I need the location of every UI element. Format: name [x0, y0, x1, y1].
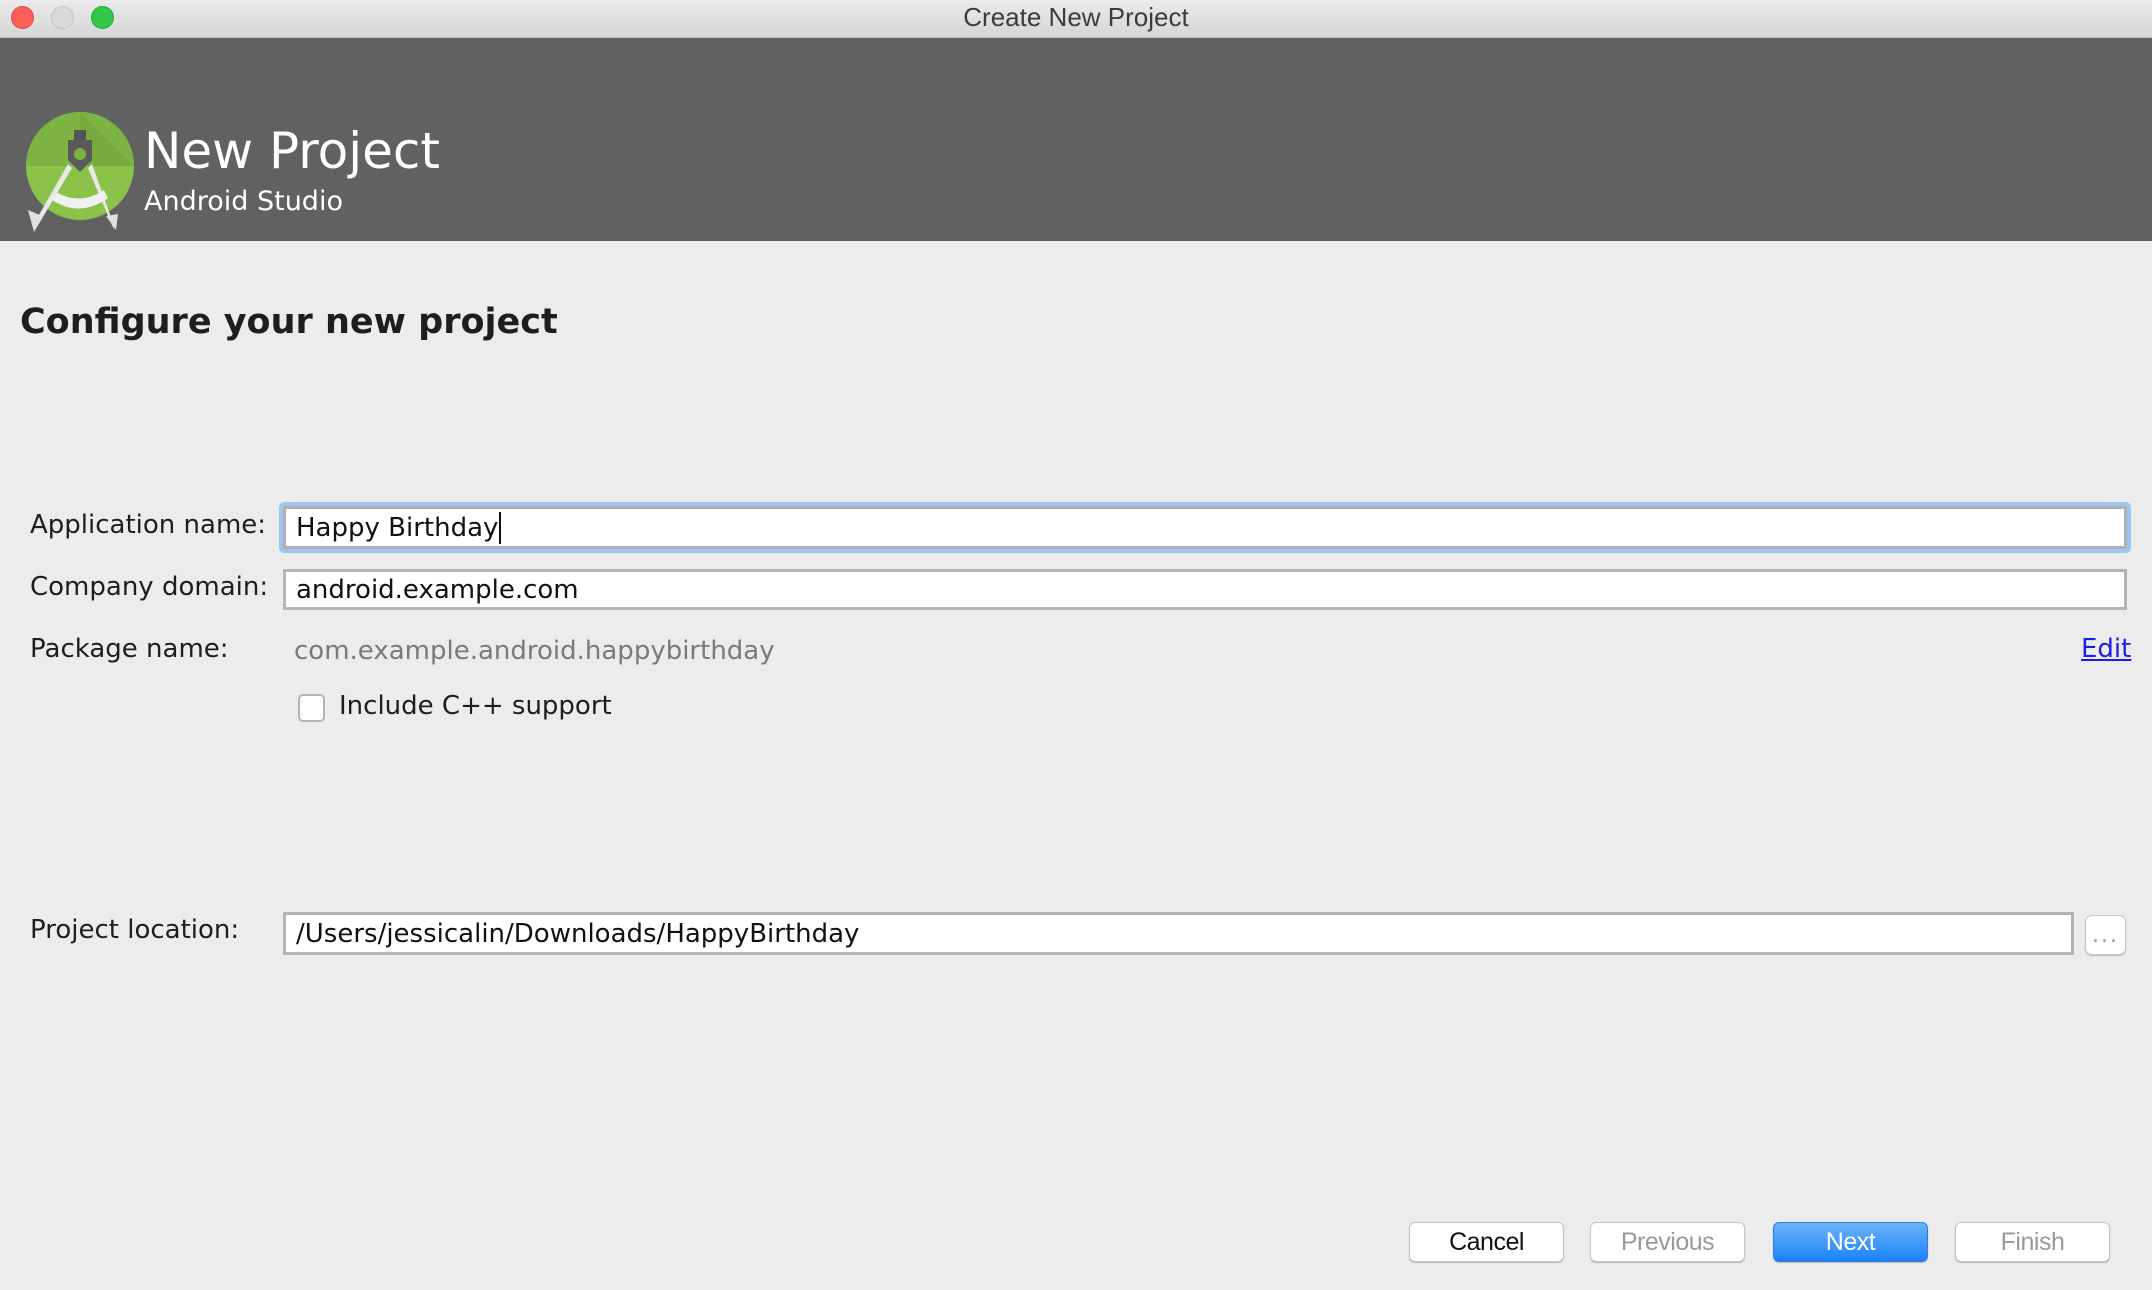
project-location-value: /Users/jessicalin/Downloads/HappyBirthda…	[296, 918, 860, 949]
finish-button[interactable]: Finish	[1955, 1222, 2110, 1262]
project-location-label: Project location:	[30, 915, 240, 945]
header-title: New Project	[144, 122, 441, 180]
browse-location-button[interactable]: ...	[2085, 915, 2126, 955]
application-name-label: Application name:	[30, 510, 267, 540]
text-caret	[499, 511, 502, 544]
application-name-value: Happy Birthday	[296, 512, 499, 543]
cancel-button[interactable]: Cancel	[1409, 1222, 1564, 1262]
wizard-header: New Project Android Studio	[0, 38, 2152, 241]
previous-button[interactable]: Previous	[1590, 1222, 1745, 1262]
company-domain-value: android.example.com	[296, 574, 579, 605]
package-name-value: com.example.android.happybirthday	[294, 636, 775, 666]
include-cpp-checkbox[interactable]	[298, 694, 325, 722]
page-heading: Configure your new project	[20, 302, 558, 342]
package-name-label: Package name:	[30, 634, 229, 664]
window-title: Create New Project	[963, 2, 1189, 32]
title-bar: Create New Project	[0, 0, 2152, 38]
application-name-input[interactable]: Happy Birthday	[283, 506, 2127, 549]
project-location-input[interactable]: /Users/jessicalin/Downloads/HappyBirthda…	[283, 912, 2074, 955]
android-studio-logo-icon	[26, 112, 134, 232]
company-domain-label: Company domain:	[30, 572, 269, 602]
include-cpp-label[interactable]: Include C++ support	[339, 691, 612, 721]
next-button[interactable]: Next	[1773, 1222, 1928, 1262]
edit-package-name-link[interactable]: Edit	[2081, 634, 2131, 664]
header-subtitle: Android Studio	[144, 186, 343, 217]
company-domain-input[interactable]: android.example.com	[283, 569, 2127, 610]
